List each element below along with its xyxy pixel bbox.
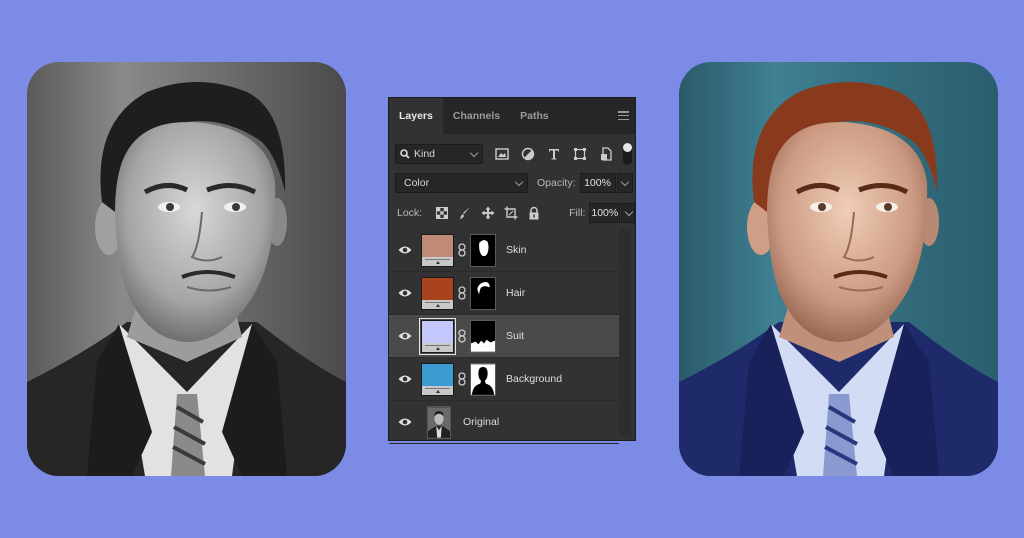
chain-link-icon[interactable] [456, 286, 468, 300]
solid-color-fill-thumbnail[interactable] [421, 362, 454, 396]
layer-name: Suit [506, 330, 525, 342]
layer-suit[interactable]: Suit [389, 315, 619, 358]
layer-name: Background [506, 373, 563, 385]
layer-mask-thumbnail-face[interactable] [470, 233, 496, 267]
opacity-dropdown-button[interactable] [616, 173, 633, 193]
fill-label: Fill: [569, 207, 586, 219]
lock-all-padlock-icon[interactable] [527, 206, 541, 220]
layer-background[interactable]: Background [389, 358, 619, 401]
tab-layers[interactable]: Layers [389, 98, 443, 134]
chain-link-icon[interactable] [456, 243, 468, 257]
shape-filter-icon[interactable] [573, 147, 587, 161]
layer-mask-thumbnail-suit[interactable] [470, 319, 496, 353]
fill-dropdown-button[interactable] [621, 203, 635, 223]
layer-name: Skin [506, 244, 527, 256]
chain-link-icon[interactable] [456, 372, 468, 386]
visibility-eye-icon[interactable] [389, 288, 421, 298]
lock-label: Lock: [397, 207, 423, 219]
chain-link-icon[interactable] [456, 329, 468, 343]
filter-kind-dropdown[interactable]: Kind [395, 144, 483, 164]
visibility-eye-icon[interactable] [389, 374, 421, 384]
opacity-label: Opacity: [537, 177, 576, 189]
solid-color-fill-thumbnail[interactable] [421, 276, 454, 310]
layer-name: Original [463, 416, 500, 428]
fill-layer-indicator [422, 385, 453, 395]
filter-toggle-switch[interactable] [623, 143, 632, 165]
blend-row: Color Opacity: 100% [389, 171, 635, 195]
layers-panel: Layers Channels Paths Kind Color Opacity… [388, 97, 636, 444]
chevron-down-icon [469, 148, 479, 158]
layers-list: Skin Hair Suit Background Original [389, 229, 619, 444]
layer-original[interactable]: Original [389, 401, 619, 444]
visibility-eye-icon[interactable] [389, 245, 421, 255]
fill-layer-indicator [422, 256, 453, 266]
lock-transparent-pixels-icon[interactable] [435, 206, 449, 220]
layer-skin[interactable]: Skin [389, 229, 619, 272]
tab-paths[interactable]: Paths [510, 98, 559, 134]
layer-mask-thumbnail-background[interactable] [470, 362, 496, 396]
filter-kind-label: Kind [414, 148, 436, 160]
color-swatch [422, 277, 453, 302]
layer-hair[interactable]: Hair [389, 272, 619, 315]
lock-image-pixels-brush-icon[interactable] [458, 206, 472, 220]
smart-object-filter-icon[interactable] [599, 147, 613, 161]
visibility-eye-icon[interactable] [389, 331, 421, 341]
visibility-eye-icon[interactable] [389, 417, 421, 427]
photo-before-black-and-white [27, 62, 346, 476]
fill-layer-indicator [422, 342, 453, 352]
type-filter-icon[interactable] [547, 147, 561, 161]
color-swatch [422, 363, 453, 388]
original-photo-thumbnail[interactable] [427, 405, 451, 439]
blend-mode-dropdown[interactable]: Color [395, 173, 528, 193]
lock-row: Lock: Fill: 100% [389, 201, 635, 225]
photo-after-colorized [679, 62, 998, 476]
solid-color-fill-thumbnail[interactable] [419, 317, 456, 355]
chevron-down-icon [514, 177, 524, 187]
image-filter-icon[interactable] [495, 147, 509, 161]
panel-menu-icon[interactable] [618, 111, 629, 120]
blend-mode-value: Color [404, 177, 430, 189]
search-icon [400, 149, 410, 159]
panel-tabbar: Layers Channels Paths [389, 98, 635, 134]
lock-position-move-icon[interactable] [481, 206, 495, 220]
solid-color-fill-thumbnail[interactable] [421, 233, 454, 267]
layer-mask-thumbnail-hair[interactable] [470, 276, 496, 310]
color-swatch [422, 234, 453, 259]
filter-row: Kind [389, 142, 635, 166]
layer-name: Hair [506, 287, 526, 299]
opacity-input[interactable]: 100% [579, 173, 616, 193]
tab-channels[interactable]: Channels [443, 98, 510, 134]
fill-input[interactable]: 100% [589, 203, 621, 223]
fill-layer-indicator [422, 299, 453, 309]
layers-scrollbar[interactable] [619, 229, 631, 436]
lock-artboard-crop-icon[interactable] [504, 206, 518, 220]
adjustment-filter-icon[interactable] [521, 147, 535, 161]
color-swatch [422, 320, 453, 345]
